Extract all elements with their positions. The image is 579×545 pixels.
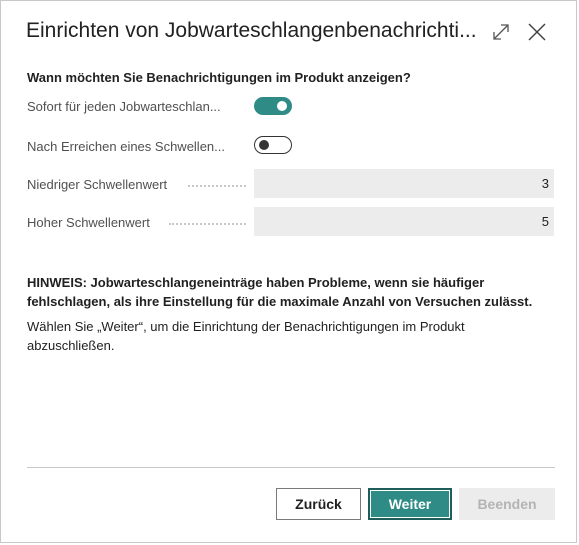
- label-leader-dots: [169, 222, 246, 225]
- section-question: Wann möchten Sie Benachrichtigungen im P…: [27, 70, 411, 85]
- immediate-notification-toggle[interactable]: [254, 97, 292, 115]
- dialog-title: Einrichten von Jobwarteschlangenbenachri…: [26, 19, 477, 42]
- instruction-note: Wählen Sie „Weiter“, um die Einrichtung …: [27, 319, 465, 353]
- warning-note: HINWEIS: Jobwarteschlangeneinträge haben…: [27, 275, 533, 309]
- label-leader-dots: [188, 184, 246, 187]
- toggle-knob: [277, 101, 287, 111]
- threshold-notification-toggle[interactable]: [254, 136, 292, 154]
- high-threshold-label: Hoher Schwellenwert: [27, 215, 150, 230]
- low-threshold-label: Niedriger Schwellenwert: [27, 177, 168, 192]
- back-button[interactable]: Zurück: [276, 488, 361, 520]
- next-button[interactable]: Weiter: [368, 488, 452, 520]
- close-icon[interactable]: [526, 21, 548, 43]
- expand-icon[interactable]: [490, 21, 512, 43]
- footer-divider: [27, 467, 555, 468]
- immediate-notification-label: Sofort für jeden Jobwarteschlan...: [27, 99, 221, 114]
- toggle-knob: [259, 140, 269, 150]
- low-threshold-input[interactable]: [254, 169, 554, 198]
- setup-dialog: Einrichten von Jobwarteschlangenbenachri…: [0, 0, 577, 543]
- threshold-notification-label: Nach Erreichen eines Schwellen...: [27, 139, 225, 154]
- high-threshold-input[interactable]: [254, 207, 554, 236]
- finish-button: Beenden: [459, 488, 555, 520]
